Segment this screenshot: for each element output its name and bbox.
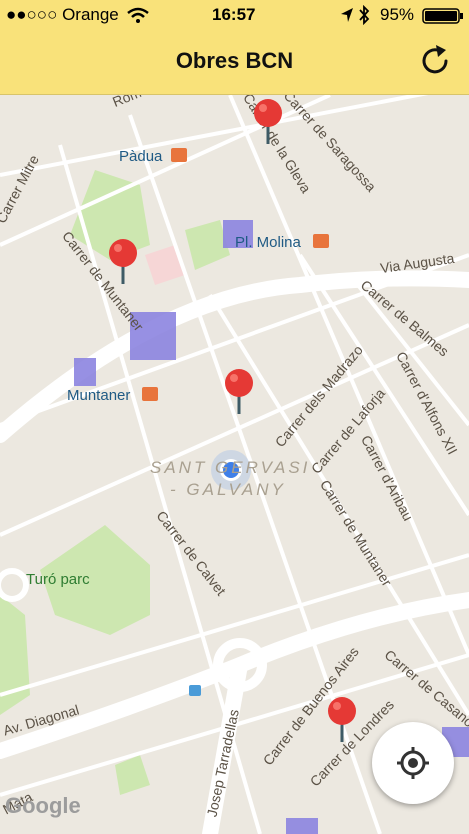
bluetooth-icon bbox=[359, 5, 370, 25]
map-marker-pin[interactable] bbox=[106, 238, 140, 288]
park-label: Turó parc bbox=[26, 571, 90, 588]
station-label: Pàdua bbox=[119, 148, 163, 165]
battery-percent: 95% bbox=[380, 5, 415, 24]
clock: 16:57 bbox=[212, 5, 256, 24]
carrier-label: ●●○○○ Orange bbox=[6, 5, 119, 24]
my-location-button[interactable] bbox=[372, 722, 454, 804]
battery-icon bbox=[422, 8, 463, 24]
district-label: - GALVANY bbox=[170, 480, 286, 499]
refresh-button[interactable] bbox=[419, 44, 453, 78]
map-marker-pin[interactable] bbox=[325, 696, 359, 746]
status-bar: ●●○○○ Orange 16:57 95% bbox=[0, 0, 469, 30]
location-arrow-icon bbox=[341, 8, 353, 22]
crosshair-icon bbox=[397, 747, 429, 779]
station-label: Pl. Molina bbox=[235, 234, 301, 251]
google-attribution: Google bbox=[5, 793, 81, 818]
map-marker-pin[interactable] bbox=[222, 368, 256, 418]
district-label: SANT GERVASI bbox=[150, 458, 311, 477]
map-marker-pin[interactable] bbox=[251, 98, 285, 148]
wifi-icon bbox=[127, 7, 149, 23]
page-title: Obres BCN bbox=[175, 48, 294, 73]
navigation-bar: Obres BCN bbox=[0, 30, 469, 95]
station-label: Muntaner bbox=[67, 387, 131, 404]
